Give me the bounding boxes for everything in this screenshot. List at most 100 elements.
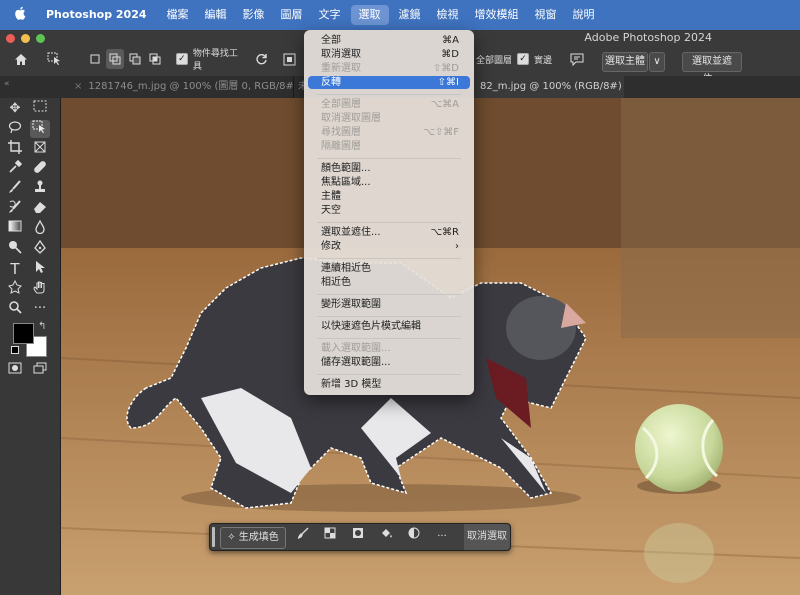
menu-item-color-range[interactable]: 顏色範圍... [308,162,470,175]
enhance-edge-checkbox[interactable]: ✓ [517,53,529,65]
screen-mode-icon[interactable] [30,362,50,380]
default-colors-icon[interactable] [11,346,19,354]
menu-item-subject[interactable]: 主體 [308,190,470,203]
select-menu-dropdown: 全部 ⌘A 取消選取 ⌘D 重新選取 ⇧⌘D 反轉 ⇧⌘I 全部圖層 ⌥⌘A 取消選取圖層… [304,30,474,395]
type-tool-icon[interactable]: T [5,260,25,278]
path-selection-tool-icon[interactable] [30,260,50,278]
swap-colors-icon[interactable]: ↰ [38,321,46,332]
deselect-button[interactable]: 取消選取 [464,524,510,550]
eraser-tool-icon[interactable] [30,200,50,218]
object-selection-tool-icon[interactable] [30,120,50,138]
new-selection-mode-icon[interactable] [88,49,102,69]
submenu-chevron-icon: › [455,241,459,252]
intersect-selection-mode-icon[interactable] [147,49,163,69]
add-to-selection-mode-icon[interactable] [106,49,124,69]
menu-window[interactable]: 視窗 [527,0,565,30]
quick-mask-icon[interactable] [5,362,25,380]
object-finder-toggle[interactable]: ✓ 物件尋找工具 [176,49,246,72]
custom-shape-tool-icon[interactable] [5,279,25,298]
tab-document-1[interactable]: × 1281746_m.jpg @ 100% (圖層 0, RGB/8#) * [62,76,294,98]
object-finder-checkbox[interactable]: ✓ [176,53,188,65]
menu-item-all[interactable]: 全部 ⌘A [308,34,470,47]
marquee-tool-icon[interactable] [30,100,50,118]
tab-document-3-active[interactable]: 82_m.jpg @ 100% (RGB/8#) * [474,76,624,98]
more-options-icon[interactable]: ··· [432,527,452,547]
menu-item-grow[interactable]: 連續相近色 [308,262,470,275]
hand-tool-icon[interactable] [30,280,50,298]
menu-help[interactable]: 說明 [565,0,603,30]
select-subject-button[interactable]: 選取主體 [602,52,648,72]
menu-item-sky[interactable]: 天空 [308,204,470,217]
dodge-tool-icon[interactable] [5,240,25,258]
lasso-tool-icon[interactable] [5,120,25,138]
gradient-tool-icon[interactable] [5,220,25,238]
enhance-edge-label: 實邊 [534,55,553,66]
fill-selection-icon[interactable] [376,527,396,547]
menu-item-new-3d-model[interactable]: 新增 3D 模型 [308,378,470,391]
enhance-edge-toggle[interactable]: ✓ 實邊 [517,49,557,69]
menu-separator [317,222,461,223]
blur-tool-icon[interactable] [30,219,50,238]
close-window-button[interactable] [6,34,15,43]
menu-layer[interactable]: 圖層 [273,0,311,30]
healing-brush-tool-icon[interactable] [30,160,50,178]
drag-handle[interactable] [212,527,215,547]
menu-item-modify[interactable]: 修改 › [308,240,470,253]
object-selection-tool-preset-icon[interactable] [44,49,66,69]
generative-fill-button[interactable]: ✧ 生成填色 [220,527,286,549]
menu-separator [317,158,461,159]
crop-tool-icon[interactable] [5,140,25,158]
pen-tool-icon[interactable] [30,239,50,258]
clone-stamp-tool-icon[interactable] [30,180,50,198]
menu-plugins[interactable]: 增效模組 [467,0,527,30]
foreground-color-swatch[interactable] [13,323,34,344]
menu-item-deselect[interactable]: 取消選取 ⌘D [308,48,470,61]
minimize-window-button[interactable] [21,34,30,43]
more-tools-icon[interactable]: ··· [30,300,50,318]
zoom-window-button[interactable] [36,34,45,43]
apple-logo-icon[interactable] [12,6,28,24]
object-finder-label: 物件尋找工具 [192,49,238,72]
menu-item-focus-area[interactable]: 焦點區域... [308,176,470,189]
menu-separator [317,316,461,317]
menu-item-quick-mask[interactable]: 以快速遮色片模式編輯 [308,320,470,333]
menu-item-save-selection[interactable]: 儲存選取範圍... [308,356,470,369]
create-mask-icon[interactable] [348,527,368,547]
menu-file[interactable]: 檔案 [159,0,197,30]
select-and-mask-button[interactable]: 選取並遮住... [682,52,742,85]
modify-selection-icon[interactable] [294,527,314,547]
menu-filter[interactable]: 濾鏡 [391,0,429,30]
menu-item-similar[interactable]: 相近色 [308,276,470,289]
invert-selection-icon[interactable] [320,527,340,547]
subtract-from-selection-mode-icon[interactable] [127,49,143,69]
feedback-icon[interactable] [568,49,586,69]
menu-item-inverse[interactable]: 反轉 ⇧⌘I [308,76,470,89]
menu-edit[interactable]: 編輯 [197,0,235,30]
select-subject-dropdown[interactable]: ∨ [649,52,665,72]
menu-separator [317,258,461,259]
menu-select[interactable]: 選取 [350,5,389,25]
menu-type[interactable]: 文字 [311,0,349,30]
history-brush-tool-icon[interactable] [5,200,25,218]
menu-item-reselect: 重新選取 ⇧⌘D [321,63,459,74]
adjustment-layer-icon[interactable] [404,527,424,547]
menu-image[interactable]: 影像 [235,0,273,30]
eyedropper-tool-icon[interactable] [5,159,25,178]
panel-collapse-icon[interactable]: « [4,79,10,89]
move-tool-icon[interactable]: ✥ [5,100,25,118]
menu-separator [317,294,461,295]
zoom-tool-icon[interactable] [5,300,25,318]
menu-view[interactable]: 檢視 [429,0,467,30]
generative-fill-icon: ✧ [227,532,236,543]
refresh-icon[interactable] [252,49,270,69]
menu-separator [317,374,461,375]
brush-tool-icon[interactable] [5,180,25,198]
show-all-objects-icon[interactable] [280,49,298,69]
tab-close-icon[interactable]: × [74,81,82,92]
home-icon[interactable] [10,49,32,69]
menu-app-name[interactable]: Photoshop 2024 [42,0,159,30]
menu-item-transform-selection[interactable]: 變形選取範圍 [308,298,470,311]
menu-item-select-and-mask[interactable]: 選取並遮住... ⌥⌘R [308,226,470,239]
frame-tool-icon[interactable] [30,140,50,158]
menu-separator [317,94,461,95]
